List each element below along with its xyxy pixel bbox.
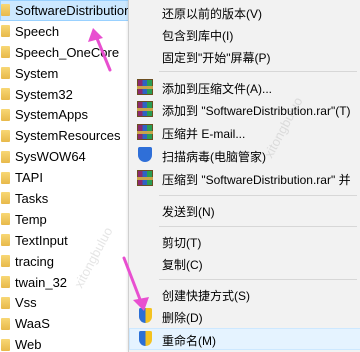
folder-icon: [1, 4, 10, 17]
tree-item[interactable]: tracing: [0, 251, 132, 272]
folder-icon: [1, 88, 10, 100]
winrar-icon: [137, 124, 153, 140]
menu-item-label: 重命名(M): [162, 334, 216, 348]
tree-item-label: Speech: [15, 23, 60, 39]
menu-item-pin-to-start[interactable]: 固定到"开始"屏幕(P): [129, 45, 360, 67]
menu-item-copy[interactable]: 复制(C): [129, 252, 360, 274]
menu-item-scan-virus[interactable]: 扫描病毒(电脑管家): [129, 144, 360, 166]
menu-item-add-to-rar[interactable]: 添加到 "SoftwareDistribution.rar"(T): [129, 98, 360, 120]
folder-tree: SoftwareDistribution Speech Speech_OneCore…: [0, 0, 132, 352]
menu-item-rename[interactable]: 重命名(M): [129, 328, 360, 350]
tree-item[interactable]: TextInput: [0, 230, 132, 251]
folder-icon: [1, 25, 10, 38]
tree-item-label: Temp: [15, 211, 47, 227]
tree-item[interactable]: Temp: [0, 209, 132, 230]
tree-item-label: Speech_OneCore: [15, 44, 120, 60]
tree-item[interactable]: Vss: [0, 292, 132, 313]
menu-item-delete[interactable]: 删除(D): [129, 305, 360, 327]
menu-item-label: 删除(D): [162, 311, 203, 325]
shield-scan-icon: [138, 147, 152, 162]
folder-icon: [1, 317, 10, 330]
menu-separator: [159, 71, 357, 72]
folder-icon: [1, 192, 10, 205]
menu-item-cut[interactable]: 剪切(T): [129, 230, 360, 252]
folder-icon: [1, 234, 10, 247]
tree-item-label: SystemApps: [15, 107, 88, 123]
folder-icon: [1, 171, 10, 184]
tree-item-label: tracing: [15, 253, 55, 269]
tree-item-label: Vss: [15, 295, 37, 311]
context-menu: 还原以前的版本(V) 包含到库中(I) 固定到"开始"屏幕(P) 添加到压缩文件…: [128, 0, 360, 352]
menu-item-label: 压缩并 E-mail...: [162, 127, 246, 141]
tree-item[interactable]: Speech_OneCore: [0, 42, 132, 63]
tree-item[interactable]: Speech: [0, 21, 132, 42]
uac-shield-icon: [139, 331, 152, 346]
menu-item-label: 添加到压缩文件(A)...: [162, 82, 272, 96]
menu-item-label: 包含到库中(I): [162, 29, 234, 43]
tree-item[interactable]: SoftwareDistribution: [0, 0, 132, 21]
winrar-icon: [137, 79, 153, 95]
tree-item-label: TextInput: [15, 232, 68, 248]
menu-item-include-in-library[interactable]: 包含到库中(I): [129, 23, 360, 45]
tree-item-label: Web: [15, 337, 42, 352]
tree-item-label: twain_32: [15, 274, 68, 290]
tree-item-label: SystemResources: [15, 128, 121, 144]
tree-item[interactable]: Web: [0, 334, 132, 352]
winrar-icon: [137, 170, 153, 186]
menu-item-label: 发送到(N): [162, 205, 215, 219]
tree-item[interactable]: SystemApps: [0, 104, 132, 125]
menu-item-label: 创建快捷方式(S): [162, 289, 250, 303]
menu-item-compress-and-email[interactable]: 压缩并 E-mail...: [129, 121, 360, 143]
tree-item[interactable]: twain_32: [0, 272, 132, 293]
folder-icon: [1, 108, 10, 121]
menu-item-label: 剪切(T): [162, 236, 202, 250]
tree-item-label: Tasks: [15, 190, 49, 206]
tree-item[interactable]: WaaS: [0, 313, 132, 334]
folder-icon: [1, 67, 10, 80]
folder-icon: [1, 213, 10, 226]
tree-item-label: TAPI: [15, 170, 43, 186]
menu-item-label: 压缩到 "SoftwareDistribution.rar" 并: [162, 173, 351, 187]
menu-item-add-to-archive[interactable]: 添加到压缩文件(A)...: [129, 76, 360, 98]
tree-item-label: System: [15, 65, 59, 81]
menu-item-compress-rar-and-email[interactable]: 压缩到 "SoftwareDistribution.rar" 并: [129, 167, 360, 189]
tree-item[interactable]: SysWOW64: [0, 146, 132, 167]
tree-item-label: System32: [15, 86, 73, 102]
folder-icon: [1, 296, 10, 309]
menu-item-label: 复制(C): [162, 258, 203, 272]
tree-item[interactable]: Tasks: [0, 188, 132, 209]
menu-item-label: 添加到 "SoftwareDistribution.rar"(T): [162, 104, 351, 118]
menu-separator: [159, 279, 357, 280]
winrar-icon: [137, 101, 153, 117]
folder-icon: [1, 276, 10, 289]
tree-item[interactable]: SystemResources: [0, 125, 132, 146]
tree-item[interactable]: System32: [0, 84, 132, 105]
tree-item[interactable]: TAPI: [0, 167, 132, 188]
menu-item-label: 扫描病毒(电脑管家): [162, 150, 266, 164]
folder-icon: [1, 255, 10, 268]
menu-item-label: 固定到"开始"屏幕(P): [162, 51, 271, 65]
folder-icon: [1, 150, 10, 163]
uac-shield-icon: [139, 308, 152, 323]
folder-icon: [1, 338, 10, 351]
folder-icon: [1, 129, 10, 142]
tree-item-label: SoftwareDistribution: [15, 2, 132, 18]
tree-item-label: SysWOW64: [15, 149, 86, 165]
folder-icon: [1, 46, 10, 59]
menu-item-send-to[interactable]: 发送到(N): [129, 199, 360, 221]
menu-item-label: 还原以前的版本(V): [162, 7, 262, 21]
tree-item-label: WaaS: [15, 316, 50, 332]
menu-item-restore-previous-versions[interactable]: 还原以前的版本(V): [129, 1, 360, 23]
menu-separator: [159, 195, 357, 196]
menu-separator: [159, 226, 357, 227]
menu-item-create-shortcut[interactable]: 创建快捷方式(S): [129, 283, 360, 305]
tree-item[interactable]: System: [0, 63, 132, 84]
